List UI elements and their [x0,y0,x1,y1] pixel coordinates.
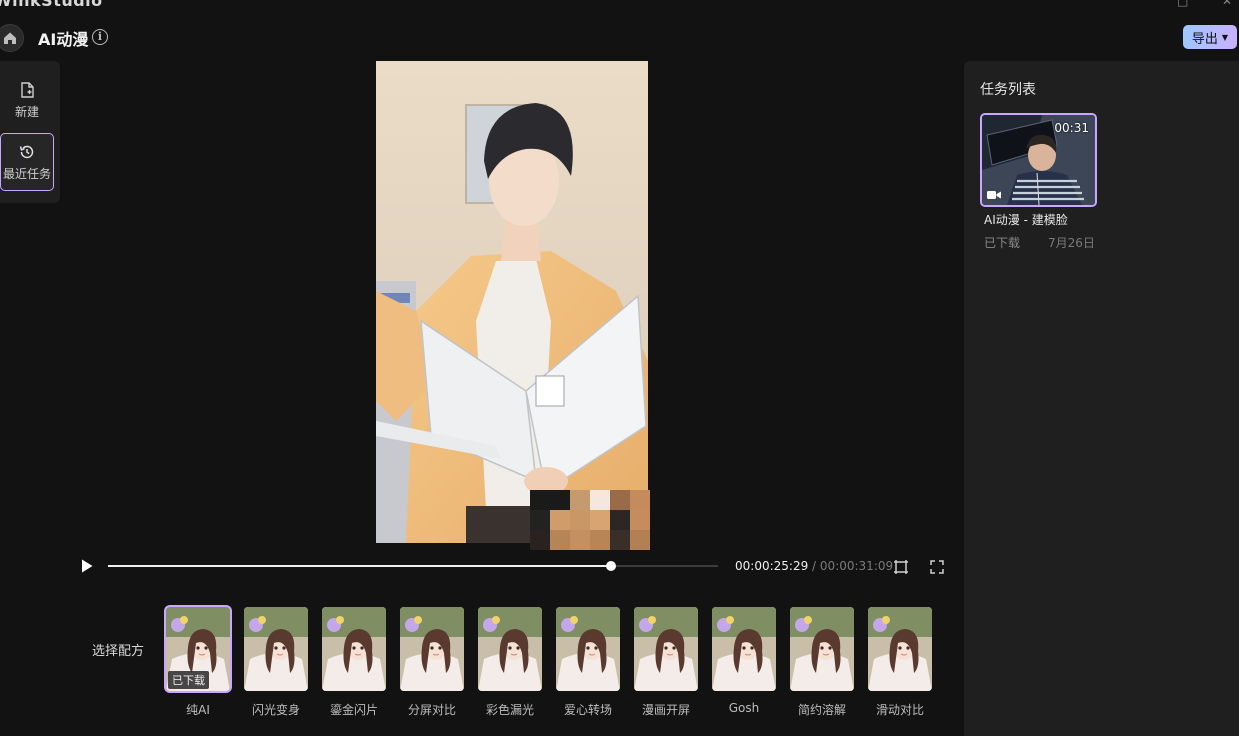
sidebar-item-label: 最近任务 [2,166,51,181]
sidebar: 新建 最近任务 [0,61,60,203]
preset-item[interactable]: 鎏金闪片 [322,607,386,718]
sidebar-item-new[interactable]: 新建 [0,71,54,129]
preset-item[interactable]: 简约溶解 [790,607,854,718]
preview-image [376,61,648,543]
task-date: 7月26日 [1048,236,1095,250]
info-icon[interactable]: i [92,29,108,45]
preset-item[interactable]: 分屏对比 [400,607,464,718]
progress-handle[interactable] [606,561,617,571]
preset-item[interactable]: 已下载纯AI [164,605,232,718]
app-name: WinkStudio [0,0,103,10]
preset-thumbnail[interactable] [322,607,386,691]
progress-track[interactable] [108,561,718,571]
preset-item[interactable]: 闪光变身 [244,607,308,718]
preset-name: 彩色漏光 [485,703,534,717]
current-time: 00:00:25:29 [735,559,809,573]
downloaded-badge: 已下载 [168,671,209,689]
preset-thumbnail[interactable] [478,607,542,691]
preset-thumbnail-image [868,607,932,691]
progress-fill [108,565,612,567]
preset-name: 滑动对比 [875,703,924,717]
preset-name: 分屏对比 [407,703,456,717]
mosaic-watermark [530,490,650,550]
time-display: 00:00:25:29 / 00:00:31:09 [735,559,893,573]
preset-thumbnail[interactable] [634,607,698,691]
preset-name: 漫画开屏 [641,703,690,717]
preset-item[interactable]: Gosh [712,607,776,715]
preset-item[interactable]: 漫画开屏 [634,607,698,718]
history-icon [19,145,34,158]
new-file-icon [21,81,34,98]
preset-name: 纯AI [186,703,210,717]
home-icon [4,32,16,44]
preset-item[interactable]: 滑动对比 [868,607,932,718]
preset-item[interactable]: 彩色漏光 [478,607,542,718]
task-panel-title: 任务列表 [980,82,1036,98]
total-time: 00:00:31:09 [819,559,894,573]
task-name: AI动漫 - 建模脸 [984,213,1068,227]
preset-section-label: 选择配方 [92,644,145,659]
preset-name: Gosh [728,701,760,715]
task-panel: 任务列表 00:31 AI动漫 - 建模脸 已下载 7月26日 [964,61,1239,736]
preset-thumbnail-image [244,607,308,691]
sidebar-item-label: 新建 [14,104,39,119]
fullscreen-icon[interactable] [929,559,945,575]
preset-thumbnail-image [790,607,854,691]
preset-thumbnail[interactable]: 已下载 [164,605,232,693]
crop-icon[interactable] [893,559,909,575]
caret-down-icon: ▼ [1221,32,1229,42]
export-button[interactable]: 导出 ▼ [1183,25,1237,49]
play-icon[interactable] [80,558,94,574]
task-status: 已下载 [984,236,1021,250]
video-camera-icon [987,191,1001,199]
home-button[interactable] [0,24,24,52]
export-label: 导出 [1191,31,1218,47]
preset-thumbnail[interactable] [712,607,776,691]
preset-thumbnail-image [322,607,386,691]
preset-thumbnail-image [712,607,776,691]
page-title: AI动漫 [38,30,89,49]
preset-thumbnail[interactable] [868,607,932,691]
preset-thumbnail-image [478,607,542,691]
video-preview[interactable] [376,61,648,543]
preset-item[interactable]: 爱心转场 [556,607,620,718]
preset-name: 爱心转场 [563,703,612,717]
preset-thumbnail-image [634,607,698,691]
preset-thumbnail[interactable] [790,607,854,691]
maximize-icon[interactable]: □ [1177,0,1188,8]
preset-name: 鎏金闪片 [329,703,378,717]
preset-name: 闪光变身 [251,703,300,717]
preset-thumbnail-image [400,607,464,691]
task-duration: 00:31 [1054,121,1089,135]
preset-thumbnail[interactable] [244,607,308,691]
sidebar-item-recent[interactable]: 最近任务 [0,133,54,191]
close-icon[interactable]: ✕ [1222,0,1232,8]
preset-name: 简约溶解 [797,703,846,717]
preset-thumbnail[interactable] [400,607,464,691]
task-thumbnail[interactable]: 00:31 [980,113,1097,207]
preset-thumbnail[interactable] [556,607,620,691]
preset-thumbnail-image [556,607,620,691]
time-separator: / [812,559,817,573]
